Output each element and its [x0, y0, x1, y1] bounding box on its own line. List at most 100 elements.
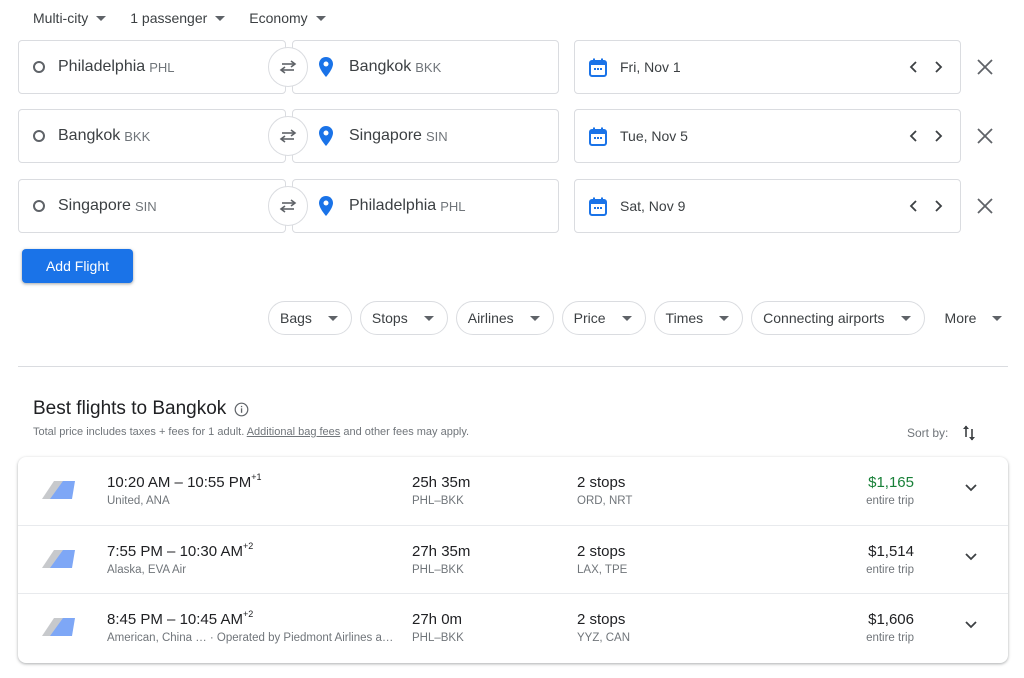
itinerary-leg: Singapore SIN Philadelphia PHL Sat, Nov …	[18, 179, 1008, 233]
trip-type-select[interactable]: Multi-city	[33, 8, 107, 28]
chevron-right-icon	[935, 61, 943, 73]
add-flight-button[interactable]: Add Flight	[22, 249, 133, 283]
previous-date-button[interactable]	[906, 59, 922, 75]
date-nav	[906, 198, 946, 214]
chevron-down-icon[interactable]	[964, 483, 978, 493]
departure-date: Sat, Nov 9	[620, 198, 686, 214]
flight-result-row[interactable]: 8:45 PM – 10:45 AM+2 American, China … ·…	[18, 594, 1008, 663]
next-date-button[interactable]	[930, 59, 946, 75]
filter-label: Connecting airports	[763, 310, 885, 326]
dropdown-caret-icon	[621, 315, 632, 321]
remove-leg-button[interactable]	[975, 126, 995, 146]
previous-date-button[interactable]	[906, 128, 922, 144]
filter-more[interactable]: More	[932, 301, 1017, 335]
filter-chips: Bags Stops Airlines Price Times Connecti…	[268, 301, 1017, 335]
swap-button[interactable]	[268, 186, 308, 226]
remove-leg-button[interactable]	[975, 57, 995, 77]
stop-airports: LAX, TPE	[577, 563, 628, 576]
flight-price: $1,165	[868, 474, 914, 491]
airline-names: American, China … · Operated by Piedmont…	[107, 632, 394, 644]
filter-stops[interactable]: Stops	[359, 301, 448, 335]
passenger-label: 1 passenger	[130, 10, 208, 26]
chevron-left-icon	[909, 200, 917, 212]
destination-input[interactable]: Philadelphia PHL	[292, 179, 559, 233]
itinerary-leg: Philadelphia PHL Bangkok BKK Fri, Nov 1	[18, 40, 1008, 94]
calendar-icon	[589, 127, 607, 146]
departure-date-input[interactable]: Tue, Nov 5	[574, 109, 961, 163]
chevron-left-icon	[909, 130, 917, 142]
itinerary-leg: Bangkok BKK Singapore SIN Tue, Nov 5	[18, 109, 1008, 163]
previous-date-button[interactable]	[906, 198, 922, 214]
flight-price: $1,514	[868, 542, 914, 560]
dropdown-caret-icon	[423, 315, 434, 321]
sort-label: Sort by:	[907, 426, 949, 440]
filter-label: More	[944, 310, 977, 326]
departure-time: 7:55 PM	[107, 542, 163, 560]
swap-button[interactable]	[268, 116, 308, 156]
departure-date-input[interactable]: Fri, Nov 1	[574, 40, 961, 94]
close-icon	[977, 59, 993, 75]
origin-ring-icon	[33, 61, 45, 73]
stop-count: 2 stops	[577, 474, 626, 491]
stop-count: 2 stops	[577, 542, 626, 560]
dropdown-caret-icon	[215, 15, 226, 21]
filter-label: Airlines	[467, 310, 514, 326]
bag-fees-link[interactable]: Additional bag fees	[247, 426, 341, 438]
swap-arrows-icon	[279, 60, 297, 74]
destination-input[interactable]: Bangkok BKK	[292, 40, 559, 94]
filter-bags[interactable]: Bags	[268, 301, 352, 335]
filter-connecting-airports[interactable]: Connecting airports	[751, 301, 925, 335]
calendar-icon	[589, 58, 607, 77]
chevron-right-icon	[935, 130, 943, 142]
arrival-time: 10:30 AM	[179, 542, 243, 560]
filter-times[interactable]: Times	[653, 301, 744, 335]
departure-time: 10:20 AM	[107, 474, 171, 491]
day-offset: +2	[242, 540, 254, 551]
date-nav	[906, 128, 946, 144]
flight-route: PHL–BKK	[412, 563, 464, 576]
flight-result-row[interactable]: 10:20 AM – 10:55 PM+1 United, ANA 25h 35…	[18, 457, 1008, 526]
cabin-class-select[interactable]: Economy	[249, 8, 326, 28]
destination-name: Singapore	[349, 127, 422, 144]
subtitle-suffix: and other fees may apply.	[343, 426, 470, 438]
arrival-time: 10:55 PM	[187, 474, 252, 491]
filter-airlines[interactable]: Airlines	[455, 301, 554, 335]
date-nav	[906, 59, 946, 75]
destination-code: SIN	[425, 128, 448, 144]
info-icon[interactable]	[234, 402, 249, 417]
destination-input[interactable]: Singapore SIN	[292, 109, 559, 163]
origin-ring-icon	[33, 200, 45, 212]
remove-leg-button[interactable]	[975, 196, 995, 216]
passenger-select[interactable]: 1 passenger	[130, 8, 226, 28]
departure-date: Fri, Nov 1	[620, 59, 681, 75]
flight-times: 10:20 AM – 10:55 PM+1	[107, 472, 262, 491]
chevron-down-icon[interactable]	[964, 552, 978, 562]
destination-name: Philadelphia	[349, 197, 437, 214]
stop-airports: YYZ, CAN	[577, 632, 631, 644]
swap-button[interactable]	[268, 47, 308, 87]
flight-result-row[interactable]: 7:55 PM – 10:30 AM+2 Alaska, EVA Air 27h…	[18, 526, 1008, 594]
dropdown-caret-icon	[327, 315, 338, 321]
price-note: entire trip	[866, 495, 914, 507]
origin-input[interactable]: Philadelphia PHL	[18, 40, 286, 94]
chevron-left-icon	[909, 61, 917, 73]
origin-input[interactable]: Bangkok BKK	[18, 109, 286, 163]
origin-input[interactable]: Singapore SIN	[18, 179, 286, 233]
departure-date-input[interactable]: Sat, Nov 9	[574, 179, 961, 233]
filter-price[interactable]: Price	[561, 301, 646, 335]
sort-control: Sort by:	[907, 424, 976, 442]
origin-code: PHL	[149, 59, 175, 75]
origin-name: Singapore	[58, 197, 131, 214]
results-title: Best flights to Bangkok	[33, 398, 249, 420]
location-pin-icon	[319, 57, 333, 77]
flight-route: PHL–BKK	[412, 632, 464, 644]
chevron-down-icon[interactable]	[964, 620, 978, 630]
next-date-button[interactable]	[930, 198, 946, 214]
price-note: entire trip	[866, 563, 914, 576]
flight-results-list: 10:20 AM – 10:55 PM+1 United, ANA 25h 35…	[18, 457, 1008, 663]
swap-arrows-icon	[279, 199, 297, 213]
arrival-time: 10:45 AM	[179, 611, 243, 628]
origin-code: SIN	[134, 198, 157, 214]
sort-icon[interactable]	[962, 424, 976, 442]
next-date-button[interactable]	[930, 128, 946, 144]
